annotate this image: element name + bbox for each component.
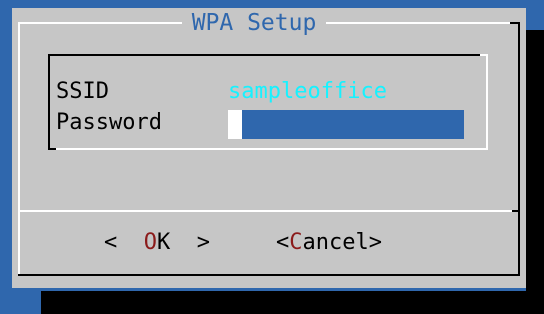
ok-button-rest: K >	[157, 230, 210, 255]
dialog-shadow-right	[526, 30, 544, 314]
form-box: SSID sampleoffice Password	[48, 54, 488, 150]
dialog-title: WPA Setup	[182, 8, 326, 38]
cancel-button-open: <	[276, 230, 290, 255]
frame-line	[510, 22, 520, 24]
password-field[interactable]	[228, 110, 464, 139]
ok-button-open: <	[104, 230, 144, 255]
ok-button[interactable]: < OK >	[104, 228, 210, 258]
button-row: < OK > <Cancel>	[12, 228, 526, 258]
form-box-border	[486, 54, 488, 150]
wpa-setup-dialog: WPA Setup SSID sampleoffice Password < O…	[12, 8, 526, 288]
password-label: Password	[56, 110, 162, 135]
text-cursor	[228, 110, 242, 139]
frame-line	[18, 22, 182, 24]
form-box-border	[48, 148, 56, 150]
form-box-border	[48, 148, 488, 150]
frame-line	[18, 274, 520, 276]
form-box-border	[480, 54, 488, 56]
button-separator	[18, 210, 512, 212]
cancel-button-hotkey: C	[289, 230, 303, 255]
cancel-button[interactable]: <Cancel>	[276, 228, 382, 258]
form-box-border	[48, 54, 488, 56]
frame-line	[326, 22, 520, 24]
cancel-button-rest: ancel>	[302, 230, 382, 255]
ssid-label: SSID	[56, 79, 109, 104]
form-box-border	[48, 54, 50, 150]
dialog-shadow-bottom	[41, 291, 544, 314]
ok-button-hotkey: O	[143, 230, 157, 255]
ssid-field[interactable]: sampleoffice	[228, 78, 387, 106]
